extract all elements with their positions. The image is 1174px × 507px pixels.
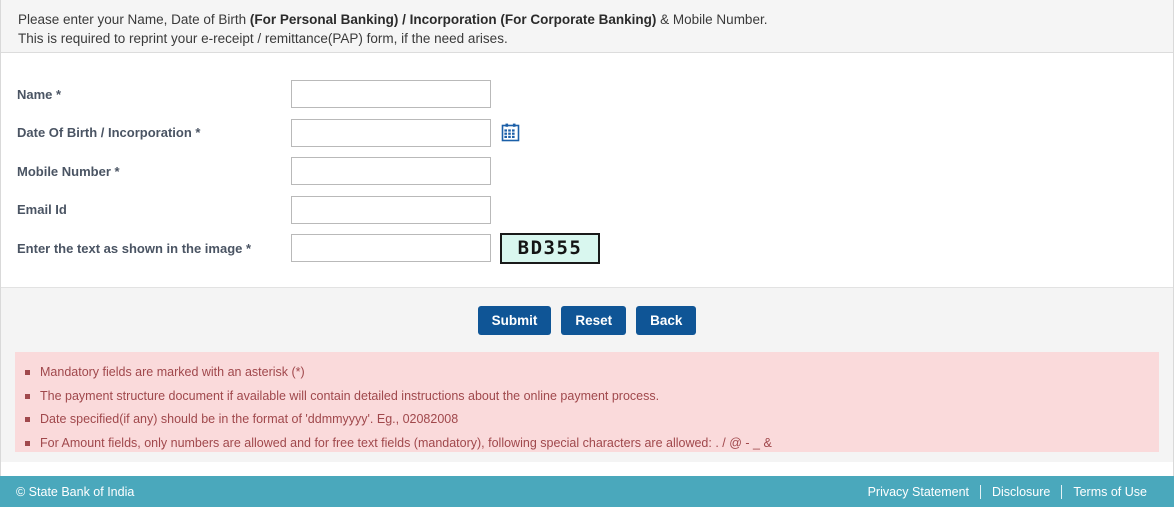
footer-separator: [980, 484, 981, 499]
instruction-text-part1: Please enter your Name, Date of Birth: [18, 12, 250, 27]
bullet-icon: [25, 440, 30, 446]
label-captcha: Enter the text as shown in the image *: [17, 240, 252, 256]
page-container: Please enter your Name, Date of Birth (F…: [0, 0, 1174, 507]
field-name: [291, 80, 491, 109]
form-row-name: Name *: [1, 75, 1173, 114]
captcha-input[interactable]: [291, 234, 491, 263]
name-input[interactable]: [291, 80, 491, 109]
notes-wrapper: Mandatory fields are marked with an aste…: [1, 352, 1173, 462]
field-mobile-number: [291, 157, 491, 186]
note-item: Date specified(if any) should be in the …: [15, 411, 1159, 435]
instruction-text-part2: & Mobile Number.: [656, 12, 768, 27]
label-date-of-birth: Date Of Birth / Incorporation *: [17, 125, 201, 141]
captcha-image: BD355: [500, 232, 600, 264]
note-text: The payment structure document if availa…: [40, 388, 660, 403]
footer-links: Privacy Statement Disclosure Terms of Us…: [857, 484, 1158, 499]
label-name: Name *: [17, 86, 62, 102]
note-item: Mandatory fields are marked with an aste…: [15, 364, 1159, 388]
note-text: Date specified(if any) should be in the …: [40, 412, 459, 426]
instruction-line-1: Please enter your Name, Date of Birth (F…: [18, 10, 1173, 29]
bullet-icon: [25, 417, 30, 422]
form-row-dob: Date Of Birth / Incorporation *: [1, 114, 1173, 153]
note-item: The payment structure document if availa…: [15, 388, 1159, 412]
disclosure-link[interactable]: Disclosure: [981, 485, 1061, 499]
bullet-icon: [25, 393, 30, 399]
field-date-of-birth: [291, 118, 520, 147]
instruction-text-bold: (For Personal Banking) / Incorporation (…: [249, 12, 657, 27]
submit-button[interactable]: Submit: [477, 305, 552, 335]
footer-separator: [1061, 484, 1063, 499]
field-captcha: BD355: [291, 232, 600, 264]
mobile-number-input[interactable]: [291, 157, 491, 186]
terms-of-use-link[interactable]: Terms of Use: [1062, 485, 1158, 499]
privacy-statement-link[interactable]: Privacy Statement: [857, 485, 980, 499]
note-text: For Amount fields, only numbers are allo…: [40, 435, 772, 450]
field-email-id: [291, 195, 491, 224]
back-button[interactable]: Back: [636, 305, 697, 335]
note-item: For Amount fields, only numbers are allo…: [15, 435, 1159, 459]
calendar-icon[interactable]: [501, 123, 520, 142]
form-row-email: Email Id: [1, 191, 1173, 230]
bullet-icon: [25, 370, 30, 375]
label-email-id: Email Id: [17, 202, 67, 218]
footer-bar: © State Bank of India Privacy Statement …: [0, 476, 1174, 507]
form-row-captcha: Enter the text as shown in the image * B…: [1, 229, 1173, 268]
reset-button[interactable]: Reset: [561, 305, 627, 335]
footer-copyright: © State Bank of India: [16, 484, 135, 499]
note-text: Mandatory fields are marked with an aste…: [40, 365, 305, 379]
label-mobile-number: Mobile Number *: [17, 163, 120, 179]
form-row-mobile: Mobile Number *: [1, 152, 1173, 191]
email-id-input[interactable]: [291, 195, 491, 224]
instruction-line-2: This is required to reprint your e-recei…: [18, 31, 508, 46]
date-of-birth-input[interactable]: [291, 118, 491, 147]
button-bar: Submit Reset Back: [1, 288, 1173, 352]
form-area: Name * Date Of Birth / Incorporation * M…: [1, 53, 1173, 288]
notes-panel: Mandatory fields are marked with an aste…: [15, 352, 1159, 452]
instruction-banner: Please enter your Name, Date of Birth (F…: [1, 0, 1173, 53]
